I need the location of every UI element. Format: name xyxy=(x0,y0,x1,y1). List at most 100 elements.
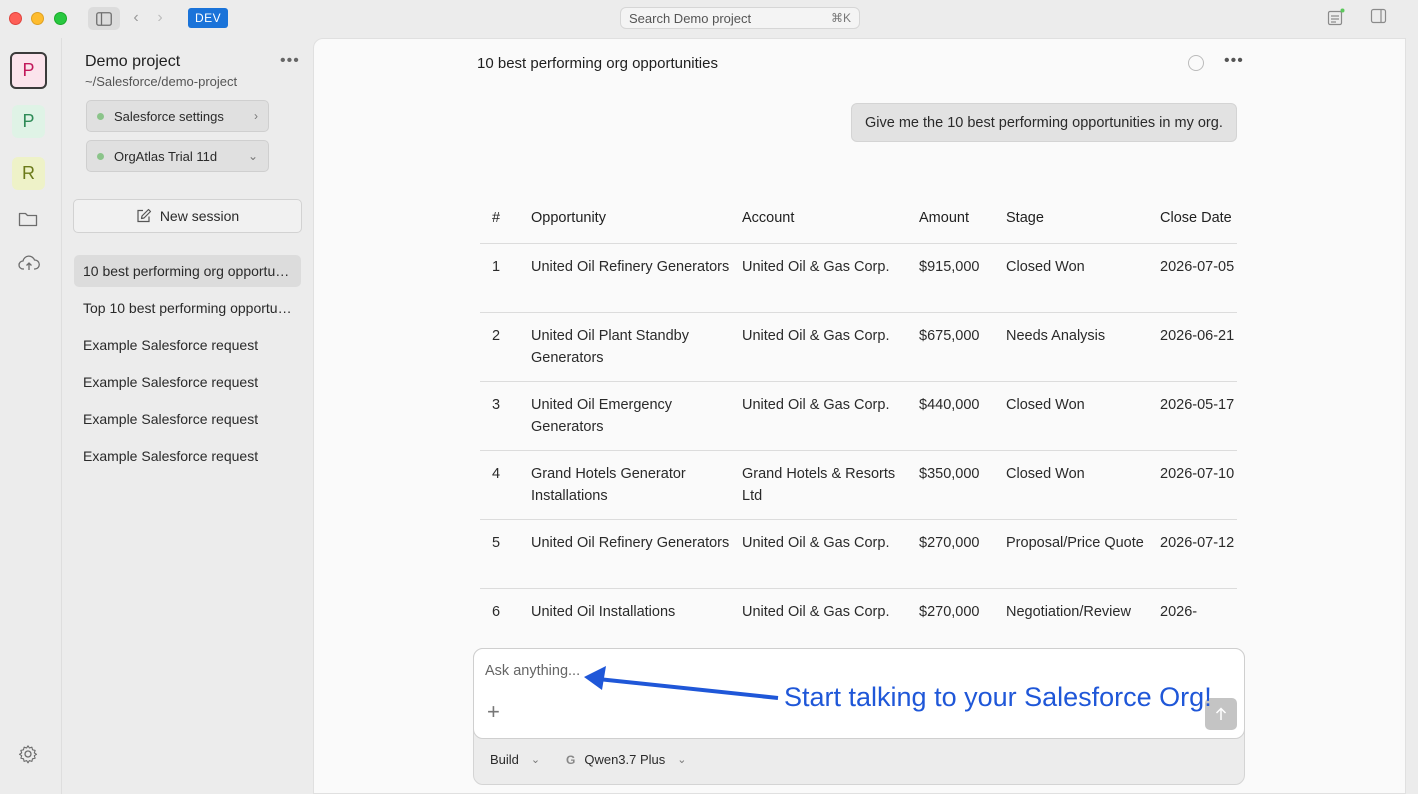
cell-close-date: 2026-06-21 xyxy=(1160,328,1235,344)
cell-close-date: 2026-07-05 xyxy=(1160,259,1235,275)
zoom-window-button[interactable] xyxy=(54,12,67,25)
search-placeholder: Search Demo project xyxy=(629,10,752,26)
cell-amount: $270,000 xyxy=(919,535,980,551)
cloud-upload-button[interactable] xyxy=(18,254,40,276)
table-row: 4 Grand Hotels Generator Installations G… xyxy=(480,450,1237,520)
project-path: ~/Salesforce/demo-project xyxy=(85,74,238,89)
folder-button[interactable] xyxy=(18,210,40,232)
cell-amount: $350,000 xyxy=(919,466,980,482)
session-list: 10 best performing org opportunities Top… xyxy=(74,255,301,477)
cell-num: 5 xyxy=(492,535,501,551)
environment-badge: DEV xyxy=(188,8,229,28)
project-letter: P xyxy=(22,60,35,80)
compose-icon xyxy=(137,208,151,223)
search-shortcut: ⌘K xyxy=(830,11,851,25)
column-header-stage: Stage xyxy=(1006,210,1044,226)
session-item[interactable]: Top 10 best performing opportunities xyxy=(74,292,301,324)
sidebar-icon xyxy=(96,11,112,26)
session-label: Example Salesforce request xyxy=(83,374,259,390)
cell-amount: $675,000 xyxy=(919,328,980,344)
opportunities-table: # Opportunity Account Amount Stage Close… xyxy=(480,201,1237,658)
loading-indicator-icon xyxy=(1188,55,1204,71)
ellipsis-icon: ••• xyxy=(1224,52,1244,69)
cell-stage: Closed Won xyxy=(1006,397,1085,413)
minimize-window-button[interactable] xyxy=(31,12,44,25)
model-logo-icon: G xyxy=(566,752,576,767)
session-item[interactable]: Example Salesforce request xyxy=(74,329,301,361)
session-label: Example Salesforce request xyxy=(83,337,259,353)
cell-account: United Oil & Gas Corp. xyxy=(742,328,890,344)
session-label: Top 10 best performing opportunities xyxy=(83,300,292,316)
cloud-upload-icon xyxy=(18,255,40,270)
project-rail: P P R xyxy=(0,38,60,794)
cell-opportunity: United Oil Plant Standby Generators xyxy=(531,328,689,366)
title-bar: ‹ › DEV Search Demo project ⌘K xyxy=(0,0,1418,38)
right-panel-icon xyxy=(1370,8,1387,24)
model-label: Qwen3.7 Plus xyxy=(584,752,666,767)
project-sidebar: Demo project ~/Salesforce/demo-project •… xyxy=(61,38,312,794)
cell-account: Grand Hotels & Resorts Ltd xyxy=(742,466,896,504)
chevron-down-icon: ⌄ xyxy=(247,149,258,163)
cell-amount: $915,000 xyxy=(919,259,980,275)
org-selector[interactable]: OrgAtlas Trial 11d ⌄ xyxy=(86,140,269,172)
inspector-button[interactable] xyxy=(1326,8,1346,28)
search-bar[interactable]: Search Demo project ⌘K xyxy=(620,7,860,29)
org-label: OrgAtlas Trial 11d xyxy=(114,148,218,164)
column-header-account: Account xyxy=(742,210,795,226)
sidebar-toggle-button[interactable] xyxy=(88,7,120,30)
forward-button[interactable]: › xyxy=(150,8,170,28)
table-row: 3 United Oil Emergency Generators United… xyxy=(480,381,1237,451)
project-switch-r[interactable]: R xyxy=(12,157,45,190)
column-header-num: # xyxy=(492,210,501,226)
annotation-callout: Start talking to your Salesforce Org! xyxy=(784,682,1212,712)
cell-num: 3 xyxy=(492,397,501,413)
project-letter: P xyxy=(22,111,35,131)
mode-label: Build xyxy=(490,752,519,767)
cell-account: United Oil & Gas Corp. xyxy=(742,535,890,551)
salesforce-settings-button[interactable]: Salesforce settings › xyxy=(86,100,269,132)
close-window-button[interactable] xyxy=(9,12,22,25)
ellipsis-icon: ••• xyxy=(280,52,300,69)
new-session-button[interactable]: New session xyxy=(73,199,302,233)
cell-stage: Proposal/Price Quote xyxy=(1006,535,1144,551)
new-session-label: New session xyxy=(159,208,240,224)
mode-selector[interactable]: Build ⌄ xyxy=(490,752,540,767)
attach-button[interactable]: + xyxy=(487,701,507,723)
cell-num: 4 xyxy=(492,466,501,482)
project-name: Demo project xyxy=(85,53,181,70)
chevron-left-icon: ‹ xyxy=(133,9,139,26)
back-button[interactable]: ‹ xyxy=(126,8,146,28)
plus-icon: + xyxy=(487,699,500,724)
table-row: 5 United Oil Refinery Generators United … xyxy=(480,519,1237,589)
session-label: 10 best performing org opportunities xyxy=(83,263,292,279)
cell-close-date: 2026-07-12 xyxy=(1160,535,1235,551)
chat-more-button[interactable]: ••• xyxy=(1224,52,1244,70)
project-switch-p[interactable]: P xyxy=(12,105,45,138)
chevron-down-icon: ⌄ xyxy=(677,754,687,766)
gear-icon xyxy=(18,745,38,764)
cell-opportunity: United Oil Refinery Generators xyxy=(531,535,730,551)
cell-close-date: 2026-07-10 xyxy=(1160,466,1235,482)
settings-button[interactable] xyxy=(18,744,40,766)
session-item[interactable]: Example Salesforce request xyxy=(74,403,301,435)
session-label: Example Salesforce request xyxy=(83,411,259,427)
chevron-right-icon: › xyxy=(254,109,258,123)
project-more-button[interactable]: ••• xyxy=(280,52,300,70)
cell-opportunity: United Oil Refinery Generators xyxy=(531,259,730,275)
model-selector[interactable]: G Qwen3.7 Plus ⌄ xyxy=(566,752,687,767)
cell-stage: Closed Won xyxy=(1006,466,1085,482)
cell-amount: $440,000 xyxy=(919,397,980,413)
right-panel-toggle-button[interactable] xyxy=(1370,8,1390,28)
cell-opportunity: United Oil Emergency Generators xyxy=(531,397,673,435)
session-item[interactable]: Example Salesforce request xyxy=(74,366,301,398)
project-letter: R xyxy=(22,163,35,183)
chat-input[interactable] xyxy=(485,659,1085,683)
column-header-amount: Amount xyxy=(919,210,969,226)
chat-title: 10 best performing org opportunities xyxy=(477,55,718,72)
table-row: 2 United Oil Plant Standby Generators Un… xyxy=(480,312,1237,382)
column-header-opportunity: Opportunity xyxy=(531,210,606,226)
cell-account: United Oil & Gas Corp. xyxy=(742,397,890,413)
session-item[interactable]: Example Salesforce request xyxy=(74,440,301,472)
session-item[interactable]: 10 best performing org opportunities xyxy=(74,255,301,287)
project-switch-p-demo[interactable]: P xyxy=(10,52,47,89)
